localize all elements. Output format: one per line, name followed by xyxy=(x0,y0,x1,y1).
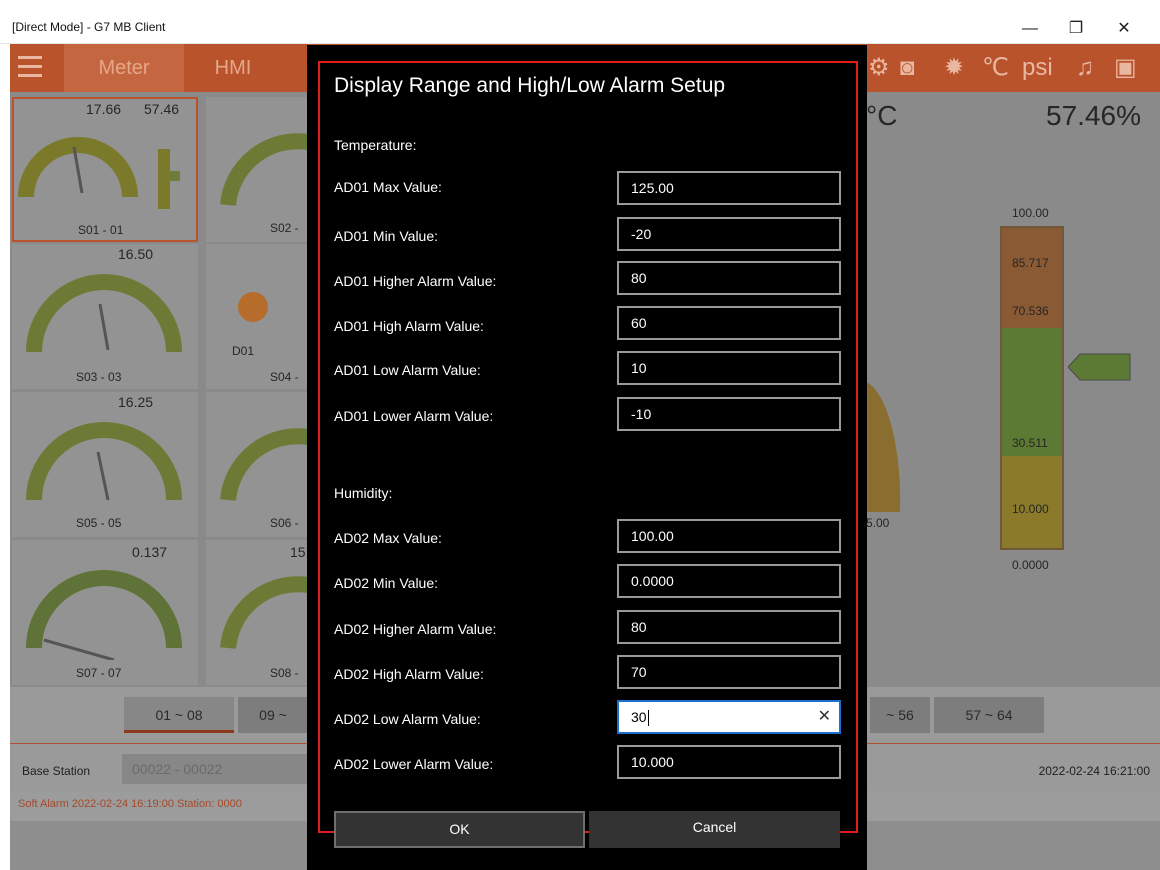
clear-icon[interactable]: ✕ xyxy=(818,702,831,732)
ad02-max-label: AD02 Max Value: xyxy=(334,530,442,546)
station-label: Base Station xyxy=(22,764,91,778)
ad01-lower-alarm-field[interactable]: -10 xyxy=(617,397,841,431)
ad01-low-alarm-label: AD01 Low Alarm Value: xyxy=(334,362,481,378)
section-humidity: Humidity: xyxy=(334,485,393,501)
ad02-high-alarm-label: AD02 High Alarm Value: xyxy=(334,666,484,682)
bar-max: 100.00 xyxy=(1012,206,1049,220)
ad02-higher-alarm-field[interactable]: 80 xyxy=(617,610,841,644)
bar-level: 70.536 xyxy=(1012,304,1049,318)
bell-icon[interactable]: ♫ xyxy=(1076,50,1094,86)
half-gauge-value: 5.00 xyxy=(866,516,890,530)
alarm-setup-dialog: Display Range and High/Low Alarm Setup T… xyxy=(307,45,867,870)
gauge-cell[interactable]: S02 - xyxy=(206,97,310,242)
gauge-graphic xyxy=(26,570,182,660)
gauge-value: 16.25 xyxy=(118,394,154,410)
gauge-cell[interactable]: 17.66 57.46 S01 - 01 xyxy=(12,97,198,242)
ad01-min-field[interactable]: -20 xyxy=(617,217,841,251)
tab-hmi[interactable]: HMI xyxy=(188,44,278,92)
gauge-graphic xyxy=(220,428,308,501)
gauge-label: S05 - 05 xyxy=(76,516,122,530)
detail-unit: °C xyxy=(866,100,898,131)
window-title: [Direct Mode] - G7 MB Client xyxy=(12,20,166,34)
ad02-min-label: AD02 Min Value: xyxy=(334,575,439,591)
detail-value: 57.46% xyxy=(1046,100,1141,131)
gauge-label: S06 - xyxy=(270,516,299,530)
gauge-label: S03 - 03 xyxy=(76,370,122,384)
app-window: [Direct Mode] - G7 MB Client — ❐ ✕ Meter… xyxy=(0,0,1160,870)
ad02-lower-alarm-field[interactable]: 10.000 xyxy=(617,745,841,779)
gauge-graphic xyxy=(18,137,180,209)
ok-button[interactable]: OK xyxy=(334,811,585,848)
settings-icon[interactable]: ⚙ xyxy=(868,50,890,86)
ad01-max-field[interactable]: 125.00 xyxy=(617,171,841,205)
brightness-icon[interactable]: ✹ xyxy=(944,50,964,86)
level-pointer-icon xyxy=(1068,353,1131,381)
camera-icon[interactable]: ◙ xyxy=(900,50,915,86)
page-button[interactable]: 09 ~ xyxy=(238,697,308,733)
ad01-high-alarm-label: AD01 High Alarm Value: xyxy=(334,318,484,334)
ad02-low-alarm-value: 30 xyxy=(631,709,647,725)
gauge-graphic xyxy=(26,422,182,501)
gauge-value: 57.46 xyxy=(144,101,180,117)
gauge-cell[interactable]: 15.4 S08 - xyxy=(206,540,317,685)
half-gauge-graphic xyxy=(866,382,901,512)
ad01-higher-alarm-field[interactable]: 80 xyxy=(617,261,841,295)
datetime-display: 2022-02-24 16:21:00 xyxy=(1038,764,1150,778)
gauge-value: 16.50 xyxy=(118,246,154,262)
close-button[interactable]: ✕ xyxy=(1104,14,1144,44)
restore-button[interactable]: ❐ xyxy=(1056,14,1096,44)
gauge-value: 0.137 xyxy=(132,544,168,560)
tab-meter[interactable]: Meter xyxy=(64,44,184,92)
gauge-cell[interactable]: 16.50 S03 - 03 xyxy=(12,244,198,389)
bar-min: 0.0000 xyxy=(1012,558,1049,572)
bar-level: 85.717 xyxy=(1012,256,1049,270)
gauge-cell[interactable]: S06 - xyxy=(206,392,310,537)
title-bar: [Direct Mode] - G7 MB Client — ❐ ✕ xyxy=(0,0,1160,44)
gauge-label: S07 - 07 xyxy=(76,666,122,680)
ad01-min-label: AD01 Min Value: xyxy=(334,228,439,244)
ad02-high-alarm-field[interactable]: 70 xyxy=(617,655,841,689)
alarm-message: Soft Alarm 2022-02-24 16:19:00 Station: … xyxy=(18,798,242,810)
gauge-label: S01 - 01 xyxy=(78,223,124,237)
ad02-lower-alarm-label: AD02 Lower Alarm Value: xyxy=(334,756,494,772)
gauge-value: 17.66 xyxy=(86,101,122,117)
ad02-low-alarm-label: AD02 Low Alarm Value: xyxy=(334,711,481,727)
page-button[interactable]: 57 ~ 64 xyxy=(934,697,1044,733)
ad01-higher-alarm-label: AD01 Higher Alarm Value: xyxy=(334,273,497,289)
cancel-button[interactable]: Cancel xyxy=(589,811,840,848)
ad02-low-alarm-field[interactable]: 30 ✕ xyxy=(617,700,841,734)
ad01-high-alarm-field[interactable]: 60 xyxy=(617,306,841,340)
digital-label: D01 xyxy=(232,344,255,358)
status-led-icon xyxy=(238,292,268,322)
ad01-low-alarm-field[interactable]: 10 xyxy=(617,351,841,385)
ad01-max-label: AD01 Max Value: xyxy=(334,179,442,195)
gauge-cell[interactable]: 0.137 S07 - 07 xyxy=(12,540,198,685)
page-button[interactable]: 01 ~ 08 xyxy=(124,697,234,733)
image-icon[interactable]: ▣ xyxy=(1114,50,1137,86)
section-temperature: Temperature: xyxy=(334,137,417,153)
psi-unit[interactable]: psi xyxy=(1022,50,1053,86)
ad01-lower-alarm-label: AD01 Lower Alarm Value: xyxy=(334,408,494,424)
minimize-button[interactable]: — xyxy=(1010,14,1050,44)
gauge-graphic xyxy=(220,576,308,649)
gauge-label: S04 - xyxy=(270,370,299,384)
gauge-cell[interactable]: 16.25 S05 - 05 xyxy=(12,392,198,537)
gauge-label: S02 - xyxy=(270,221,299,235)
menu-icon[interactable] xyxy=(18,56,42,78)
station-range-field[interactable]: 00022 - 00022 xyxy=(122,754,312,784)
text-caret xyxy=(647,710,649,727)
gauge-label: S08 - xyxy=(270,666,299,680)
ad02-higher-alarm-label: AD02 Higher Alarm Value: xyxy=(334,621,497,637)
page-button[interactable]: ~ 56 xyxy=(870,697,930,733)
celsius-unit[interactable]: ℃ xyxy=(982,50,1009,86)
ad02-max-field[interactable]: 100.00 xyxy=(617,519,841,553)
bar-level: 10.000 xyxy=(1012,502,1049,516)
bar-level: 30.511 xyxy=(1012,436,1048,450)
ad02-min-field[interactable]: 0.0000 xyxy=(617,564,841,598)
dialog-title: Display Range and High/Low Alarm Setup xyxy=(334,74,726,97)
gauge-graphic xyxy=(220,133,308,206)
gauge-graphic xyxy=(26,274,182,353)
gauge-cell[interactable]: D01 S04 - xyxy=(206,244,310,389)
